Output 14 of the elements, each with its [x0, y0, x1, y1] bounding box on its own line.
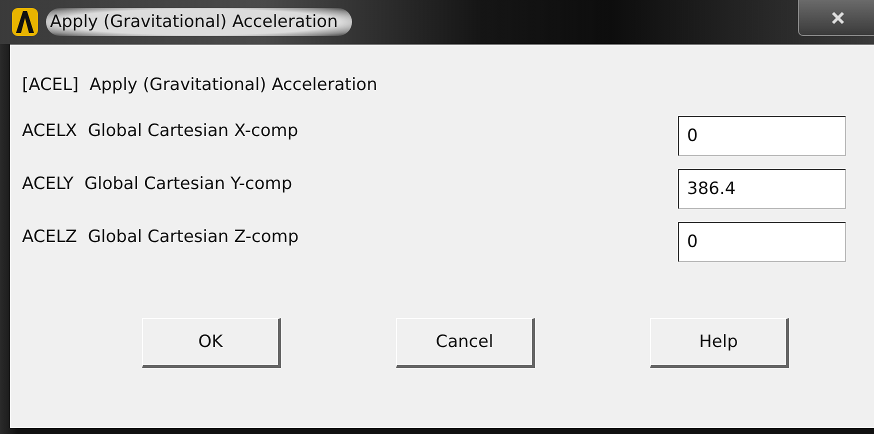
field-label: ACELX Global Cartesian X-comp: [22, 120, 300, 140]
field-label: ACELZ Global Cartesian Z-comp: [22, 226, 300, 246]
input-field[interactable]: 0: [678, 116, 846, 156]
input-field[interactable]: 0: [678, 222, 846, 262]
field-label: ACELY Global Cartesian Y-comp: [22, 174, 294, 194]
dialog-button[interactable]: Cancel: [396, 318, 535, 368]
close-button[interactable]: [798, 0, 874, 36]
dialog-heading: [ACEL] Apply (Gravitational) Acceleration: [22, 75, 378, 97]
input-field[interactable]: 386.4: [678, 168, 846, 208]
dialog-button[interactable]: Help: [650, 318, 789, 368]
app-logo-icon: [12, 8, 38, 36]
dialog-button[interactable]: OK: [142, 318, 281, 368]
close-icon: [831, 10, 845, 24]
window-title: Apply (Gravitational) Acceleration: [46, 8, 352, 36]
